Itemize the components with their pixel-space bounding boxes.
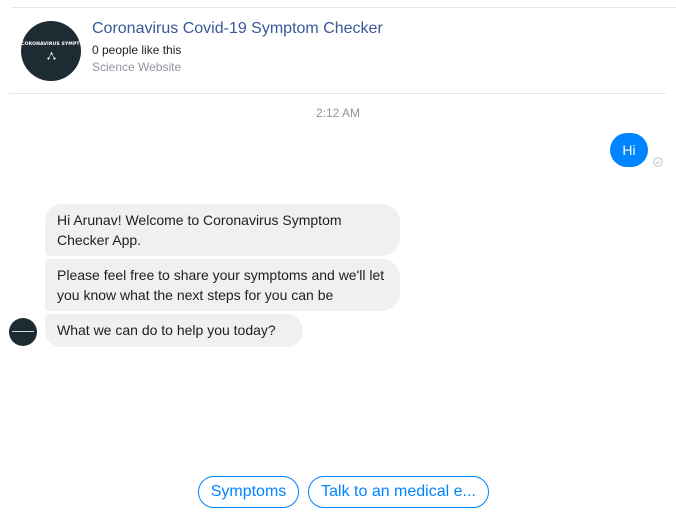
quick-reply-symptoms-button[interactable]: Symptoms	[198, 476, 299, 508]
page-header: CORONAVIRUS SYMPTOM CHECKER Coronavirus …	[0, 0, 676, 94]
page-likes-count: 0 people like this	[92, 43, 182, 57]
page-title[interactable]: Coronavirus Covid-19 Symptom Checker	[92, 20, 383, 38]
header-divider	[9, 93, 666, 94]
page-avatar[interactable]: CORONAVIRUS SYMPTOM CHECKER	[21, 21, 81, 81]
outgoing-message-bubble[interactable]: Hi	[610, 133, 648, 167]
page-avatar-logo-text: CORONAVIRUS SYMPTOM CHECKER	[21, 42, 81, 47]
incoming-message-bubble[interactable]: What we can do to help you today?	[45, 314, 303, 347]
message-timestamp: 2:12 AM	[315, 106, 361, 120]
page-category: Science Website	[92, 60, 182, 74]
quick-reply-talk-to-medical-expert-button[interactable]: Talk to an medical e...	[308, 476, 489, 508]
seen-check-icon	[653, 157, 663, 167]
incoming-message-bubble[interactable]: Hi Arunav! Welcome to Coronavirus Sympto…	[45, 204, 400, 256]
bot-avatar[interactable]	[9, 318, 37, 346]
bot-avatar-logo	[12, 331, 34, 332]
incoming-message-bubble[interactable]: Please feel free to share your symptoms …	[45, 259, 400, 311]
page-logo-icon	[47, 52, 56, 60]
